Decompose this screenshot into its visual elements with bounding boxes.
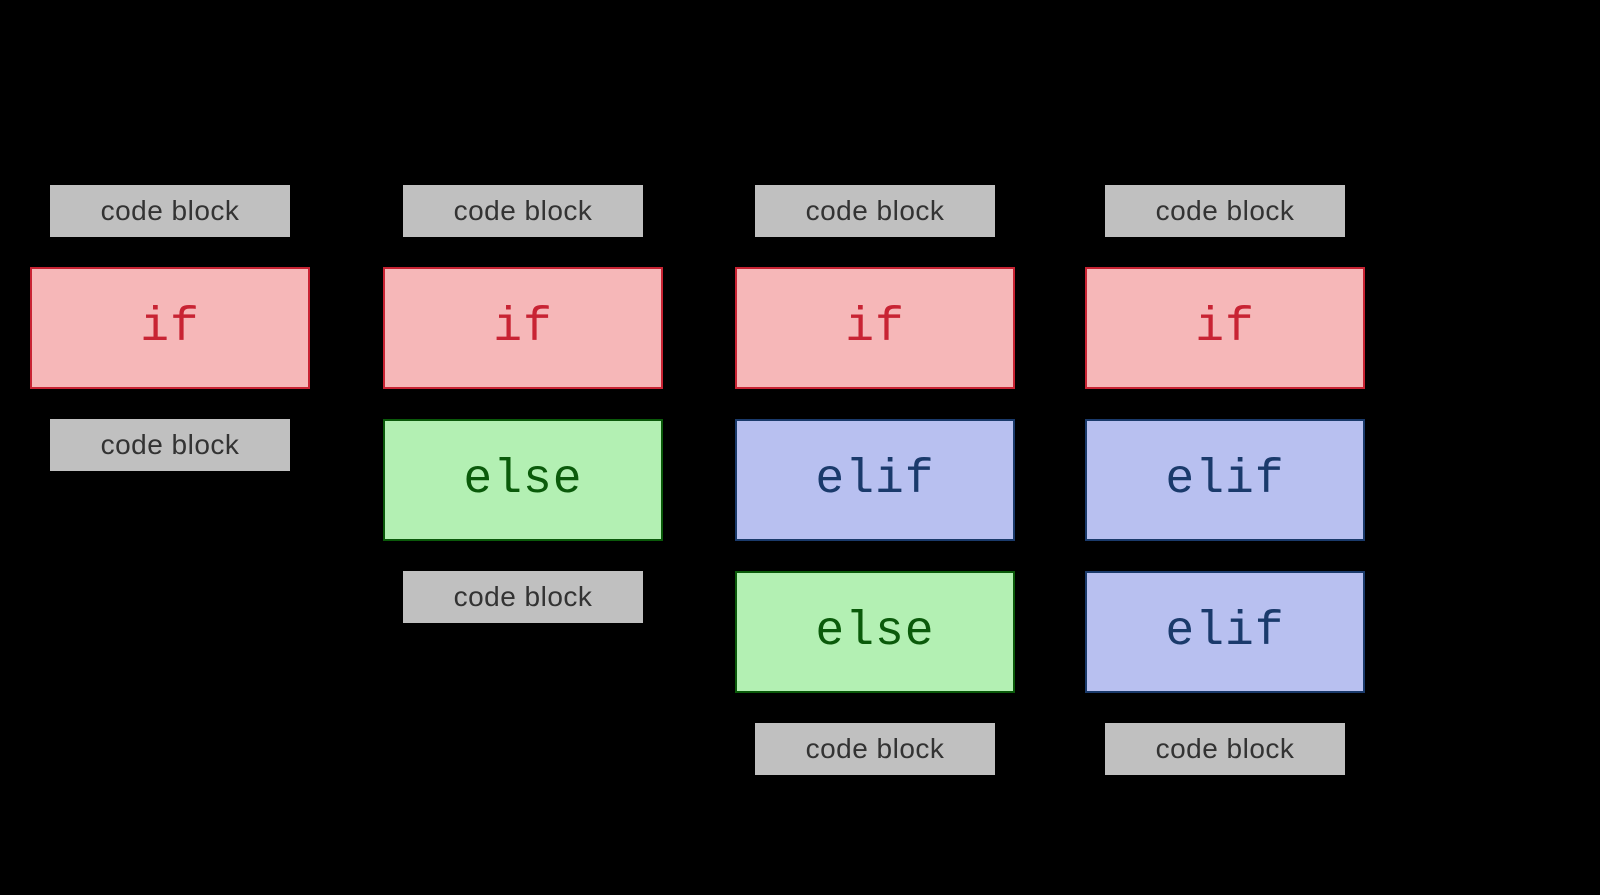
diagram-column-3: code block if elif else code block — [735, 185, 1015, 775]
else-keyword-block: else — [383, 419, 663, 541]
diagram-column-1: code block if code block — [30, 185, 310, 471]
diagram-column-4: code block if elif elif code block — [1085, 185, 1365, 775]
code-block-label: code block — [755, 723, 995, 775]
code-block-label: code block — [50, 185, 290, 237]
code-block-label: code block — [1105, 723, 1345, 775]
else-keyword-block: else — [735, 571, 1015, 693]
if-keyword-block: if — [383, 267, 663, 389]
code-block-label: code block — [403, 571, 643, 623]
code-block-label: code block — [403, 185, 643, 237]
elif-keyword-block: elif — [1085, 571, 1365, 693]
if-keyword-block: if — [735, 267, 1015, 389]
code-block-label: code block — [755, 185, 995, 237]
diagram-column-2: code block if else code block — [383, 185, 663, 623]
code-block-label: code block — [1105, 185, 1345, 237]
if-keyword-block: if — [30, 267, 310, 389]
elif-keyword-block: elif — [1085, 419, 1365, 541]
code-block-label: code block — [50, 419, 290, 471]
elif-keyword-block: elif — [735, 419, 1015, 541]
if-keyword-block: if — [1085, 267, 1365, 389]
